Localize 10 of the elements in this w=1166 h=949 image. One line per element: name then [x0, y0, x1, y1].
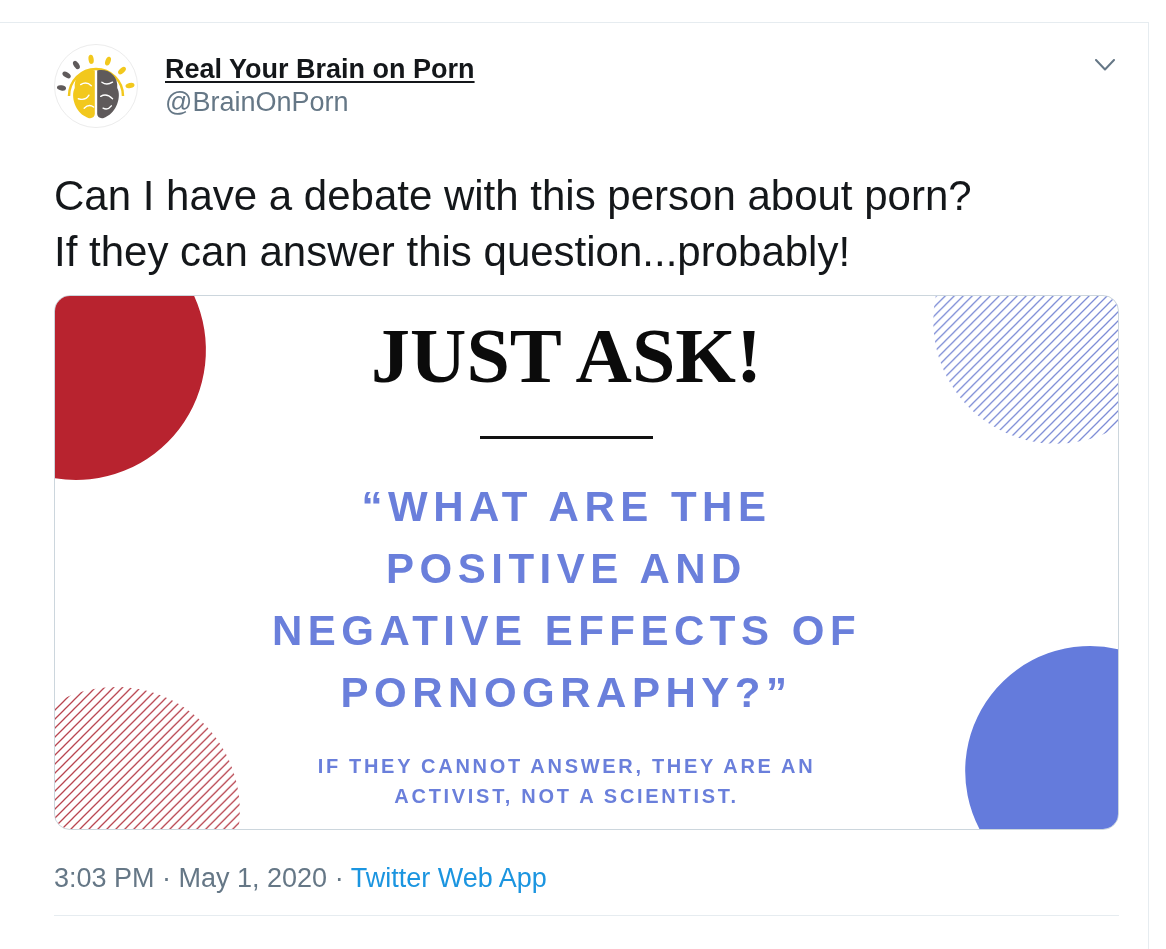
image-caption: IF THEY CANNOT ANSWER, THEY ARE AN ACTIVIST, NOT A SCIENTIST.	[317, 754, 816, 809]
image-question: “WHAT ARE THE POSITIVE AND NEGATIVE EFFECTS OF PORNOGRAPHY?”	[271, 482, 862, 718]
chevron-icon[interactable]	[1095, 59, 1115, 71]
user-handle: @BrainOnPorn	[165, 86, 349, 119]
brain-avatar-icon[interactable]	[54, 44, 138, 128]
image-headline: JUST ASK!	[371, 317, 762, 395]
tweet-text: Can I have a debate with this person about porn? If they can answer this question...probably!	[54, 171, 973, 277]
tweet-image[interactable]: JUST ASK! “WHAT ARE THE POSITIVE AND NEGATIVE EFFECTS OF PORNOGRAPHY?” IF THEY CANNOT ANSWER, THEY ARE AN ACTIVIST, NOT A SCIENTIST.	[54, 295, 1119, 830]
tweet-timestamp: 3:03 PM · May 1, 2020 ·	[54, 862, 344, 895]
display-name[interactable]: Real Your Brain on Porn	[165, 53, 475, 86]
